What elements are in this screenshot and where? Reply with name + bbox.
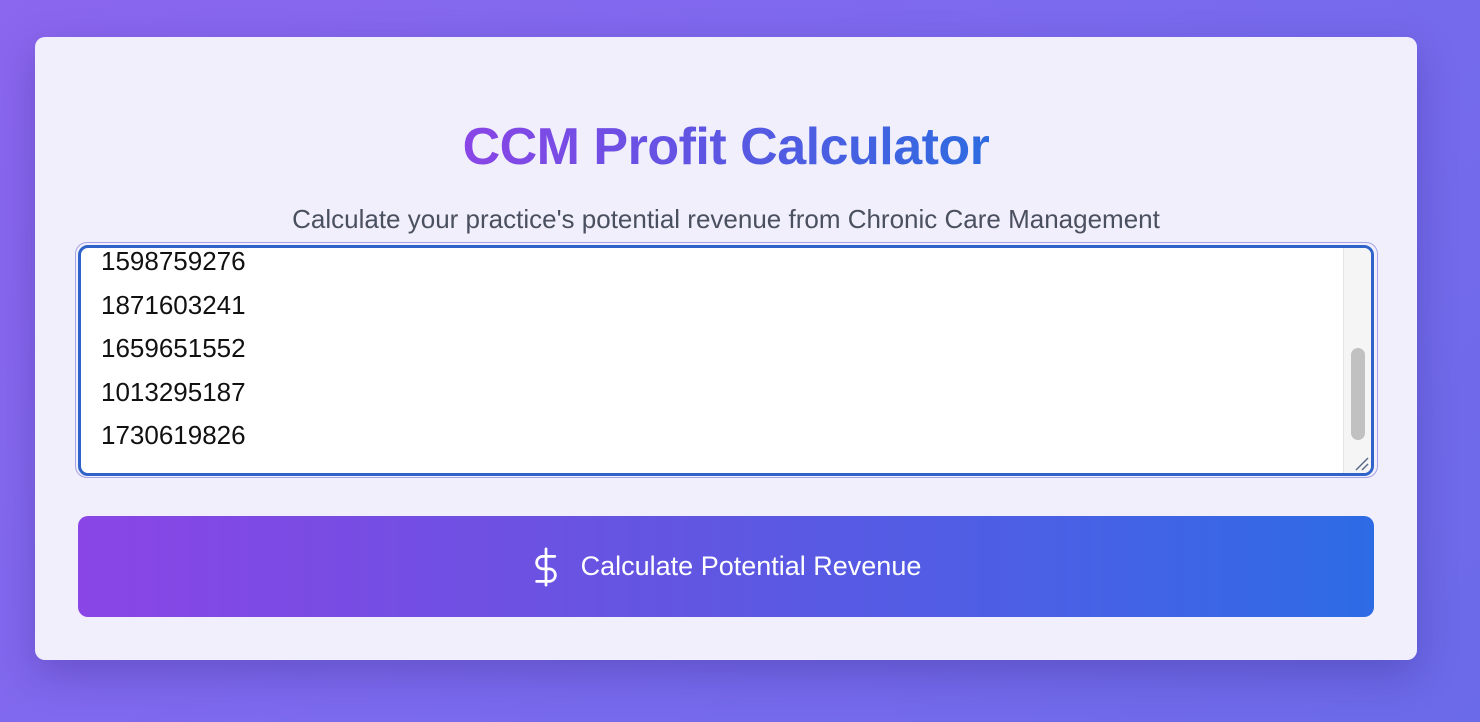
textarea-content[interactable]: 1598759276 1871603241 1659651552 1013295… (101, 248, 1331, 458)
npi-textarea[interactable]: 1598759276 1871603241 1659651552 1013295… (78, 245, 1374, 476)
npi-line[interactable]: 1013295187 (101, 371, 1331, 415)
npi-line[interactable]: 1598759276 (101, 248, 1331, 284)
npi-line[interactable]: 1659651552 (101, 327, 1331, 371)
npi-line[interactable]: 1871603241 (101, 284, 1331, 328)
npi-line[interactable]: 1730619826 (101, 414, 1331, 458)
textarea-scrollbar[interactable] (1343, 248, 1371, 473)
resize-handle-icon[interactable] (1353, 455, 1369, 471)
calculate-revenue-button[interactable]: Calculate Potential Revenue (78, 516, 1374, 617)
page-title-text: CCM Profit Calculator (462, 118, 990, 176)
page-title: CCM Profit Calculator (35, 117, 1417, 177)
calculate-button-label: Calculate Potential Revenue (580, 551, 922, 581)
scrollbar-thumb[interactable] (1351, 348, 1365, 440)
page-subtitle: Calculate your practice's potential reve… (292, 204, 1160, 234)
dollar-sign-icon (534, 547, 557, 586)
